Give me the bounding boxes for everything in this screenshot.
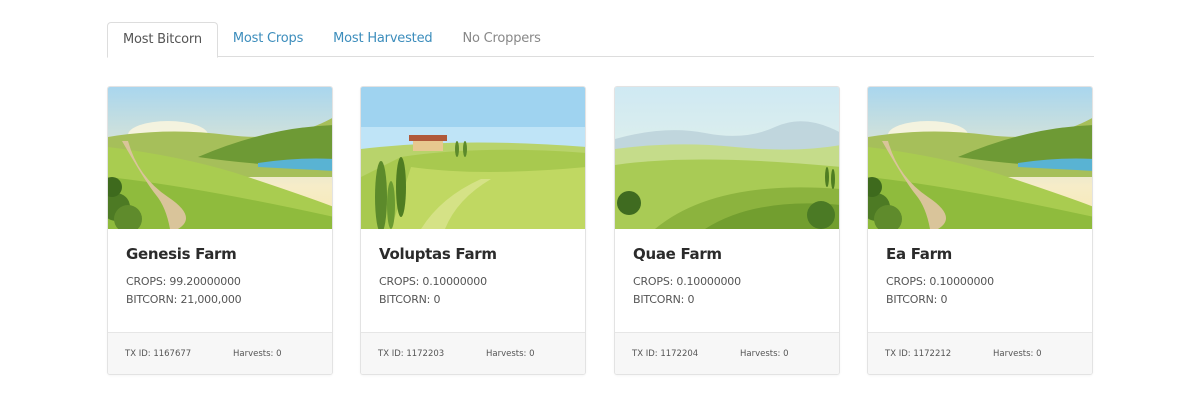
farm-card-footer: TX ID: 1172204 Harvests: 0: [615, 332, 839, 374]
farm-image: [615, 87, 839, 229]
farm-bitcorn: BITCORN: 21,000,000: [126, 293, 242, 306]
farm-crops: CROPS: 0.10000000: [379, 275, 487, 288]
farm-bitcorn: BITCORN: 0: [379, 293, 441, 306]
farm-image: [868, 87, 1092, 229]
tab-most-bitcorn[interactable]: Most Bitcorn: [107, 22, 218, 58]
farm-harvests: Harvests: 0: [993, 348, 1042, 359]
tab-most-crops[interactable]: Most Crops: [218, 22, 318, 57]
farm-harvests: Harvests: 0: [233, 348, 282, 359]
farm-card-footer: TX ID: 1172212 Harvests: 0: [868, 332, 1092, 374]
farm-harvests: Harvests: 0: [740, 348, 789, 359]
farm-card-grid: Genesis Farm CROPS: 99.20000000 BITCORN:…: [107, 86, 1094, 375]
farm-card[interactable]: Voluptas Farm CROPS: 0.10000000 BITCORN:…: [360, 86, 586, 375]
farm-crops: CROPS: 0.10000000: [633, 275, 741, 288]
farm-harvests: Harvests: 0: [486, 348, 535, 359]
farm-crops: CROPS: 99.20000000: [126, 275, 241, 288]
farm-card[interactable]: Quae Farm CROPS: 0.10000000 BITCORN: 0 T…: [614, 86, 840, 375]
farm-image: [361, 87, 585, 229]
farm-name[interactable]: Ea Farm: [886, 245, 1074, 263]
farm-sort-tabs: Most Bitcorn Most Crops Most Harvested N…: [107, 22, 1094, 58]
farm-tx-id: TX ID: 1167677: [125, 348, 192, 359]
farm-name[interactable]: Quae Farm: [633, 245, 821, 263]
farm-card[interactable]: Genesis Farm CROPS: 99.20000000 BITCORN:…: [107, 86, 333, 375]
farm-name[interactable]: Genesis Farm: [126, 245, 314, 263]
farm-name[interactable]: Voluptas Farm: [379, 245, 567, 263]
farm-bitcorn: BITCORN: 0: [633, 293, 695, 306]
farm-crops: CROPS: 0.10000000: [886, 275, 994, 288]
farm-card-footer: TX ID: 1167677 Harvests: 0: [108, 332, 332, 374]
tab-no-croppers[interactable]: No Croppers: [447, 22, 555, 57]
farm-tx-id: TX ID: 1172203: [378, 348, 445, 359]
farm-card[interactable]: Ea Farm CROPS: 0.10000000 BITCORN: 0 TX …: [867, 86, 1093, 375]
farm-image: [108, 87, 332, 229]
farm-bitcorn: BITCORN: 0: [886, 293, 948, 306]
farm-card-footer: TX ID: 1172203 Harvests: 0: [361, 332, 585, 374]
farm-tx-id: TX ID: 1172212: [885, 348, 952, 359]
tab-most-harvested[interactable]: Most Harvested: [318, 22, 447, 57]
farm-tx-id: TX ID: 1172204: [632, 348, 699, 359]
